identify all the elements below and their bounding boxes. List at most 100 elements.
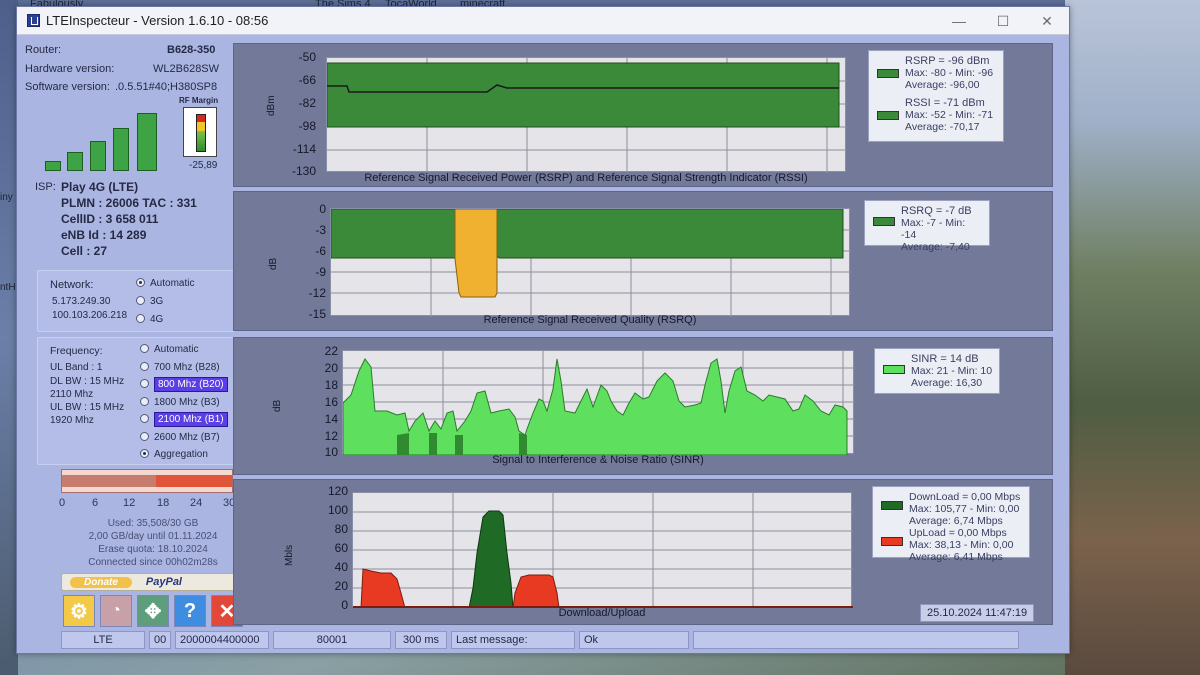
rsrp-chart: [327, 58, 847, 173]
window-title: LTEInspecteur - Version 1.6.10 - 08:56: [46, 13, 269, 28]
usage-per-day: 2,00 GB/day until 01.11.2024: [88, 531, 218, 542]
close-window-button[interactable]: ✕: [1025, 7, 1069, 35]
dlul-panel: Mbls 120 100 80 60 40 20 0 Download/Uplo…: [233, 479, 1053, 625]
chart-title: Reference Signal Received Power (RSRP) a…: [364, 172, 808, 184]
speedtest-button[interactable]: ◔: [100, 595, 132, 627]
rsrp-panel: dBm -50 -66 -82 -98 -114 -130 Reference …: [233, 43, 1053, 187]
network-group: Network: 5.173.249.30 100.103.206.218 Au…: [37, 270, 235, 332]
router-model: B628-350: [167, 44, 216, 56]
help-button[interactable]: ?: [174, 595, 206, 627]
network-option-automatic[interactable]: Automatic: [136, 278, 194, 289]
help-icon: ?: [183, 599, 197, 622]
rf-margin-gauge-icon: [183, 107, 217, 157]
legend-swatch: [881, 537, 903, 546]
router-label: Router:: [25, 44, 62, 56]
radio-icon: [140, 344, 149, 353]
status-lastmsg: Ok: [579, 631, 689, 649]
upload-area: [360, 568, 406, 608]
expand-icon: ✥: [144, 600, 162, 623]
usage-scale: 0 6 12 18 24 30: [59, 497, 236, 509]
y-tick: -130: [291, 164, 316, 178]
radio-icon: [140, 397, 149, 406]
freq-option-aggregation[interactable]: Aggregation: [140, 449, 208, 460]
y-tick: -6: [315, 244, 326, 258]
usage-info: Used: 35,508/30 GB 2,00 GB/day until 01.…: [83, 517, 223, 569]
y-tick: 20: [334, 579, 348, 593]
signal-strength-icon: [45, 109, 165, 171]
dlul-legend: DownLoad = 0,00 Mbps Max: 105,77 - Min: 0…: [872, 486, 1030, 563]
radio-icon: [136, 314, 145, 323]
rsrq-panel: dB 0 -3 -6 -9 -12 -15 Reference Signal R…: [233, 191, 1053, 331]
usage-erase: Erase quota: 18.10.2024: [98, 544, 208, 555]
hw-label: Hardware version:: [25, 63, 115, 75]
y-axis-label: dB: [268, 257, 279, 270]
y-tick: 100: [327, 503, 348, 517]
rsrq-warning-area: [454, 209, 498, 298]
donate-button[interactable]: Donate PayPal: [61, 573, 237, 591]
freq-option-b28[interactable]: 700 Mhz (B28): [140, 362, 220, 373]
frequency-group: Frequency: UL Band : 1 DL BW : 15 MHz 21…: [37, 337, 235, 465]
legend-swatch: [881, 501, 903, 510]
settings-button[interactable]: ⚙: [63, 595, 95, 627]
y-tick: -66: [298, 73, 316, 87]
freq-option-b3[interactable]: 1800 Mhz (B3): [140, 397, 220, 408]
y-axis-label: Mbls: [284, 544, 295, 566]
y-tick: 22: [324, 344, 338, 358]
chart-title: Signal to Interference & Noise Ratio (SI…: [492, 454, 704, 466]
y-axis-label: dBm: [266, 95, 277, 116]
status-id: 2000004400000: [175, 631, 269, 649]
sw-version: .0.5.51#40;H380SP8: [115, 81, 218, 93]
network-option-3g[interactable]: 3G: [136, 296, 163, 307]
donate-label: Donate: [70, 576, 132, 588]
legend-swatch: [873, 217, 895, 226]
hw-version: WL2B628SW: [153, 63, 220, 75]
gear-icon: ⚙: [70, 600, 88, 623]
freq-option-b7[interactable]: 2600 Mhz (B7): [140, 432, 220, 443]
legend-upload: UpLoad = 0,00 Mbps Max: 38,13 - Min: 0,00…: [879, 527, 1023, 563]
plmn-tac: PLMN : 26006 TAC : 331: [61, 196, 197, 210]
toolbar: ⚙ ◔ ✥ ? ✕: [63, 595, 243, 627]
freq-info: 2110 Mhz: [50, 389, 94, 400]
freq-option-b1[interactable]: 2100 Mhz (B1): [140, 412, 228, 427]
status-lastmsg-label: Last message:: [451, 631, 575, 649]
usage-used: Used: 35,508/30 GB: [107, 518, 199, 529]
y-tick: -82: [298, 96, 316, 110]
status-code: 00: [149, 631, 171, 649]
desktop-wallpaper: [1065, 0, 1200, 675]
sinr-chart: [343, 351, 855, 455]
y-tick: -15: [308, 307, 326, 321]
rssi-area: [327, 62, 840, 128]
sinr-plot: [342, 350, 855, 455]
desktop-icon-label[interactable]: iny: [0, 192, 13, 203]
radio-icon: [140, 432, 149, 441]
legend-swatch: [883, 365, 905, 374]
y-tick: -98: [298, 119, 316, 133]
rsrq-legend: RSRQ = -7 dB Max: -7 - Min: -14 Average: -…: [864, 200, 990, 253]
cell-id: CellID : 3 658 011: [61, 212, 159, 226]
freq-option-automatic[interactable]: Automatic: [140, 344, 198, 355]
app-icon: [27, 14, 40, 27]
dlul-chart: [353, 493, 853, 608]
legend-swatch: [877, 111, 899, 120]
y-tick: 10: [324, 445, 338, 459]
legend-rsrq: RSRQ = -7 dB Max: -7 - Min: -14 Average: -…: [871, 205, 983, 253]
upload-area: [512, 574, 560, 608]
y-tick: -50: [298, 50, 316, 64]
rsrp-legend: RSRP = -96 dBm Max: -80 - Min: -96 Average…: [868, 50, 1004, 142]
y-tick: 14: [324, 412, 338, 426]
freq-option-b20[interactable]: 800 Mhz (B20): [140, 377, 228, 392]
minimize-button[interactable]: —: [937, 7, 981, 35]
status-tech: LTE: [61, 631, 145, 649]
maximize-button[interactable]: ☐: [981, 7, 1025, 35]
y-tick: -9: [315, 265, 326, 279]
sw-label: Software version:: [25, 81, 110, 93]
download-area: [468, 510, 514, 608]
y-tick: 20: [324, 361, 338, 375]
chart-title: Reference Signal Received Quality (RSRQ): [483, 314, 697, 326]
network-option-4g[interactable]: 4G: [136, 314, 163, 325]
fullscreen-button[interactable]: ✥: [137, 595, 169, 627]
y-tick: 0: [319, 202, 326, 216]
chart-title: Download/Upload: [558, 607, 646, 619]
y-tick: 80: [334, 522, 348, 536]
usage-connected: Connected since 00h02m28s: [88, 557, 218, 568]
